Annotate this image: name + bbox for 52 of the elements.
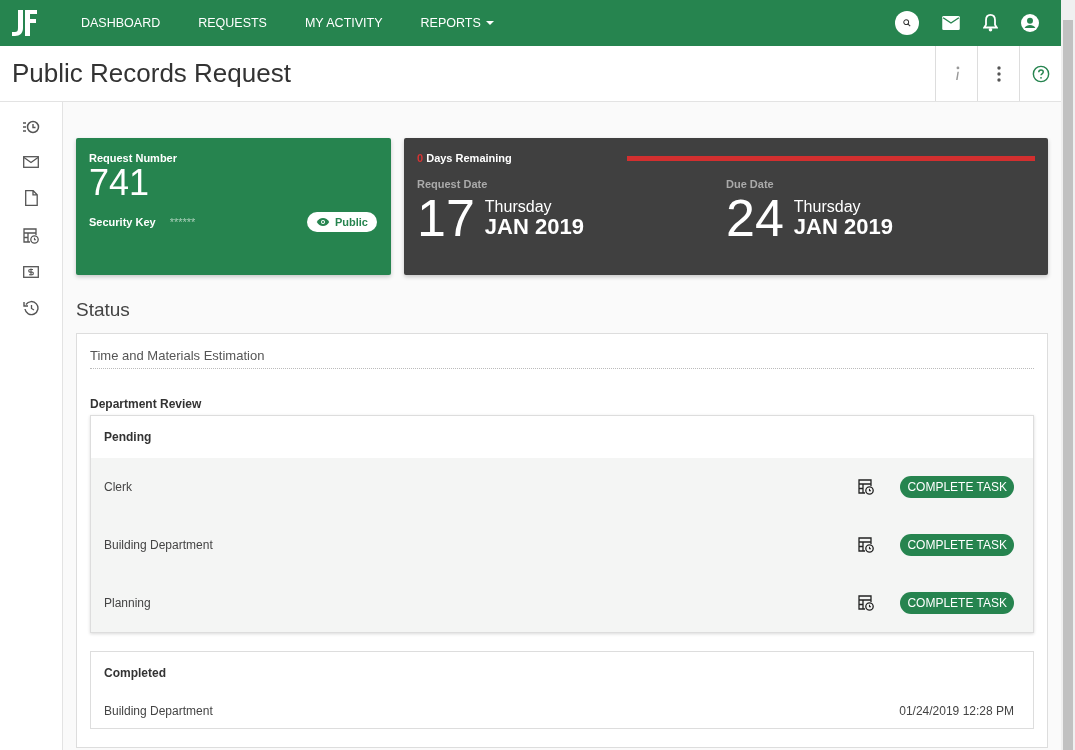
month-year: JAN 2019	[793, 216, 893, 238]
request-number-label: Request Number	[89, 152, 179, 164]
search-button[interactable]	[895, 11, 919, 35]
visibility-button[interactable]: Public	[307, 212, 377, 232]
day-number: 24	[726, 190, 784, 246]
weekday: Thursday	[793, 198, 862, 216]
calendar-clock-icon[interactable]	[858, 595, 875, 611]
complete-task-button[interactable]: COMPLETE TASK	[900, 476, 1014, 498]
days-remaining-label: 0 Days Remaining	[417, 152, 513, 164]
document-icon[interactable]	[24, 190, 38, 206]
complete-task-button[interactable]: COMPLETE TASK	[900, 592, 1014, 614]
date-label: Request Date	[417, 178, 489, 190]
bell-icon[interactable]	[983, 14, 998, 32]
month-year: JAN 2019	[484, 216, 584, 238]
info-icon	[953, 66, 960, 81]
dollar-bill-icon[interactable]	[23, 266, 39, 278]
page-title: Public Records Request	[12, 58, 291, 89]
mail-icon[interactable]	[942, 16, 960, 30]
section-heading: Department Review	[90, 397, 203, 411]
completed-time: 01/24/2019 12:28 PM	[899, 704, 1014, 718]
weekday: Thursday	[484, 198, 553, 216]
task-name: Building Department	[104, 538, 213, 552]
task-name: Planning	[104, 596, 151, 610]
task-name: Building Department	[104, 704, 213, 718]
search-icon	[903, 19, 911, 27]
date-label: Due Date	[726, 178, 775, 190]
scrollbar[interactable]	[1061, 0, 1075, 750]
timeline-clock-icon[interactable]	[22, 120, 40, 134]
nav-link[interactable]: MY ACTIVITY	[285, 16, 402, 30]
group-title: Pending	[91, 416, 1033, 458]
nav-link[interactable]: DASHBOARD	[62, 16, 180, 30]
complete-task-button[interactable]: COMPLETE TASK	[900, 534, 1014, 556]
status-heading: Status	[76, 299, 131, 321]
security-key-label: Security Key	[89, 216, 156, 228]
user-icon[interactable]	[1021, 14, 1039, 32]
security-key-value: ******	[169, 216, 196, 228]
mail-icon[interactable]	[23, 156, 39, 168]
help-icon	[1031, 64, 1050, 83]
calendar-clock-icon[interactable]	[23, 228, 39, 244]
history-icon[interactable]	[23, 300, 39, 316]
more-vertical-icon	[996, 65, 1001, 82]
nav-link[interactable]: REPORTS	[401, 16, 513, 30]
calendar-clock-icon[interactable]	[858, 537, 875, 553]
estimation-step: Time and Materials Estimation	[90, 348, 1034, 369]
calendar-clock-icon[interactable]	[858, 479, 875, 495]
eye-icon	[316, 217, 330, 227]
caret-icon	[485, 21, 494, 25]
request-number: 741	[89, 164, 151, 202]
logo-icon[interactable]	[10, 8, 38, 38]
day-number: 17	[417, 190, 475, 246]
task-name: Clerk	[104, 480, 132, 494]
nav-link[interactable]: REQUESTS	[179, 16, 286, 30]
